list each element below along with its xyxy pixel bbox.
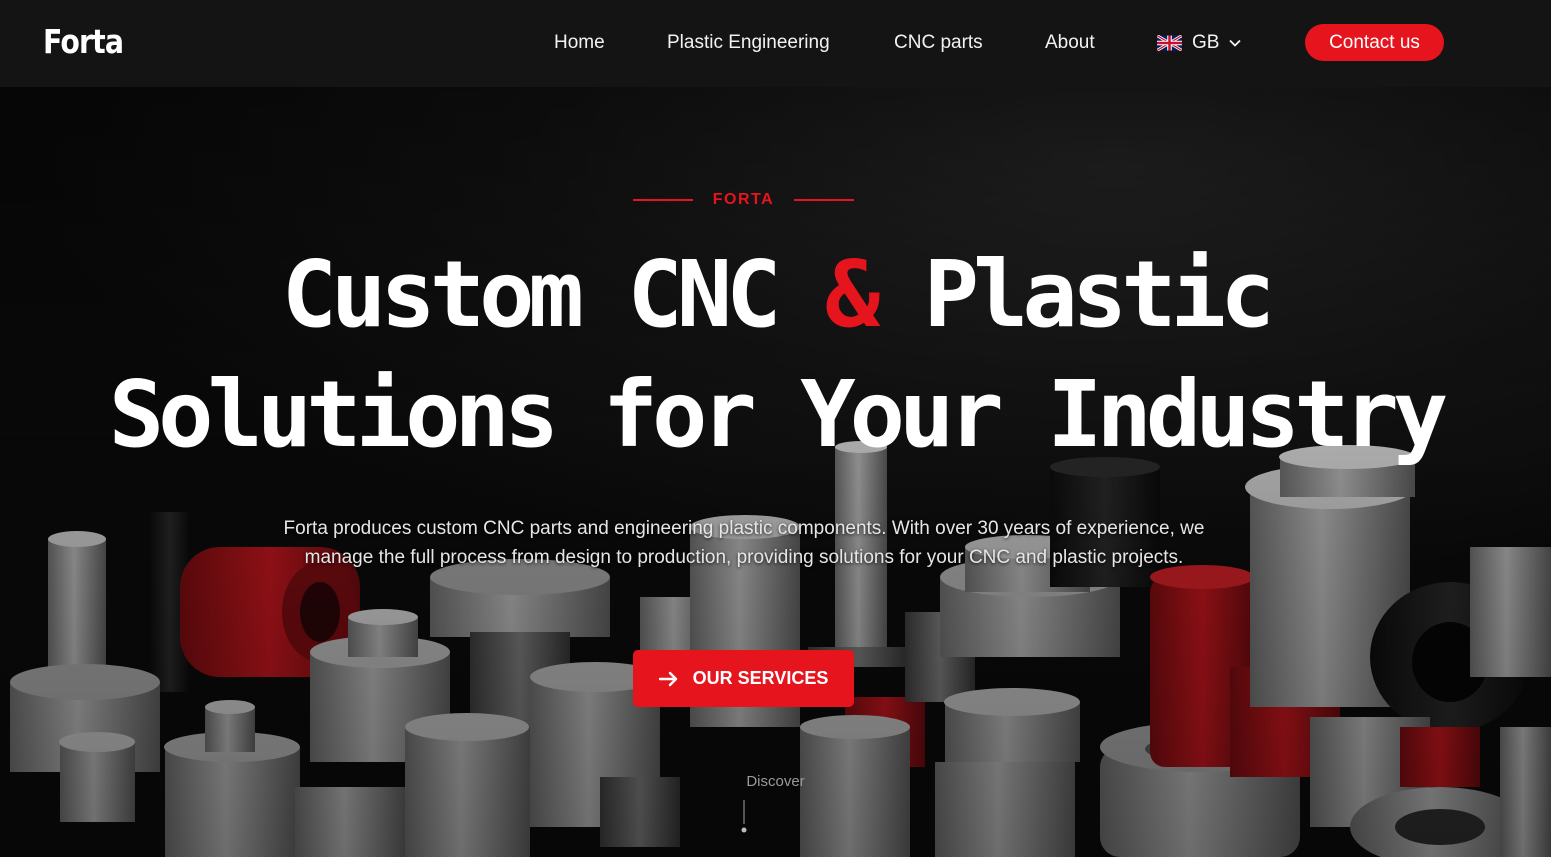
eyebrow-text: FORTA (712, 191, 775, 208)
hero-headline-line-1: Custom CNC & Plastic (0, 249, 1551, 341)
scroll-indicator-icon (741, 800, 747, 833)
forta-logo[interactable]: Forta (43, 22, 124, 61)
nav-plastic-engineering[interactable]: Plastic Engineering (667, 32, 830, 54)
our-services-button[interactable]: OUR SERVICES (633, 650, 854, 707)
nav-cnc-parts[interactable]: CNC parts (894, 32, 983, 54)
headline-part-custom-cnc: Custom CNC (281, 241, 782, 348)
eyebrow-line-right (793, 199, 854, 201)
our-services-label: OUR SERVICES (692, 668, 829, 688)
hero-section: FORTA Custom CNC & Plastic Solutions for… (0, 87, 1551, 857)
hero-headline-line-2: Solutions for Your Industry (108, 361, 1449, 468)
nav-home[interactable]: Home (554, 32, 605, 54)
chevron-down-icon (1229, 39, 1242, 47)
nav-about[interactable]: About (1045, 32, 1095, 54)
language-code: GB (1192, 32, 1220, 53)
contact-us-button[interactable]: Contact us (1305, 24, 1444, 61)
eyebrow: FORTA (633, 189, 854, 211)
top-navigation-bar: Forta Home Plastic Engineering CNC parts… (0, 0, 1551, 87)
eyebrow-line-left (633, 199, 693, 201)
language-selector[interactable]: GB (1157, 31, 1242, 55)
arrow-right-icon (658, 671, 677, 686)
hero-description: Forta produces custom CNC parts and engi… (283, 518, 1205, 568)
discover-label[interactable]: Discover (0, 773, 1551, 790)
headline-ampersand: & (824, 241, 880, 348)
uk-flag-icon (1157, 35, 1182, 51)
headline-part-plastic: Plastic (923, 241, 1276, 348)
